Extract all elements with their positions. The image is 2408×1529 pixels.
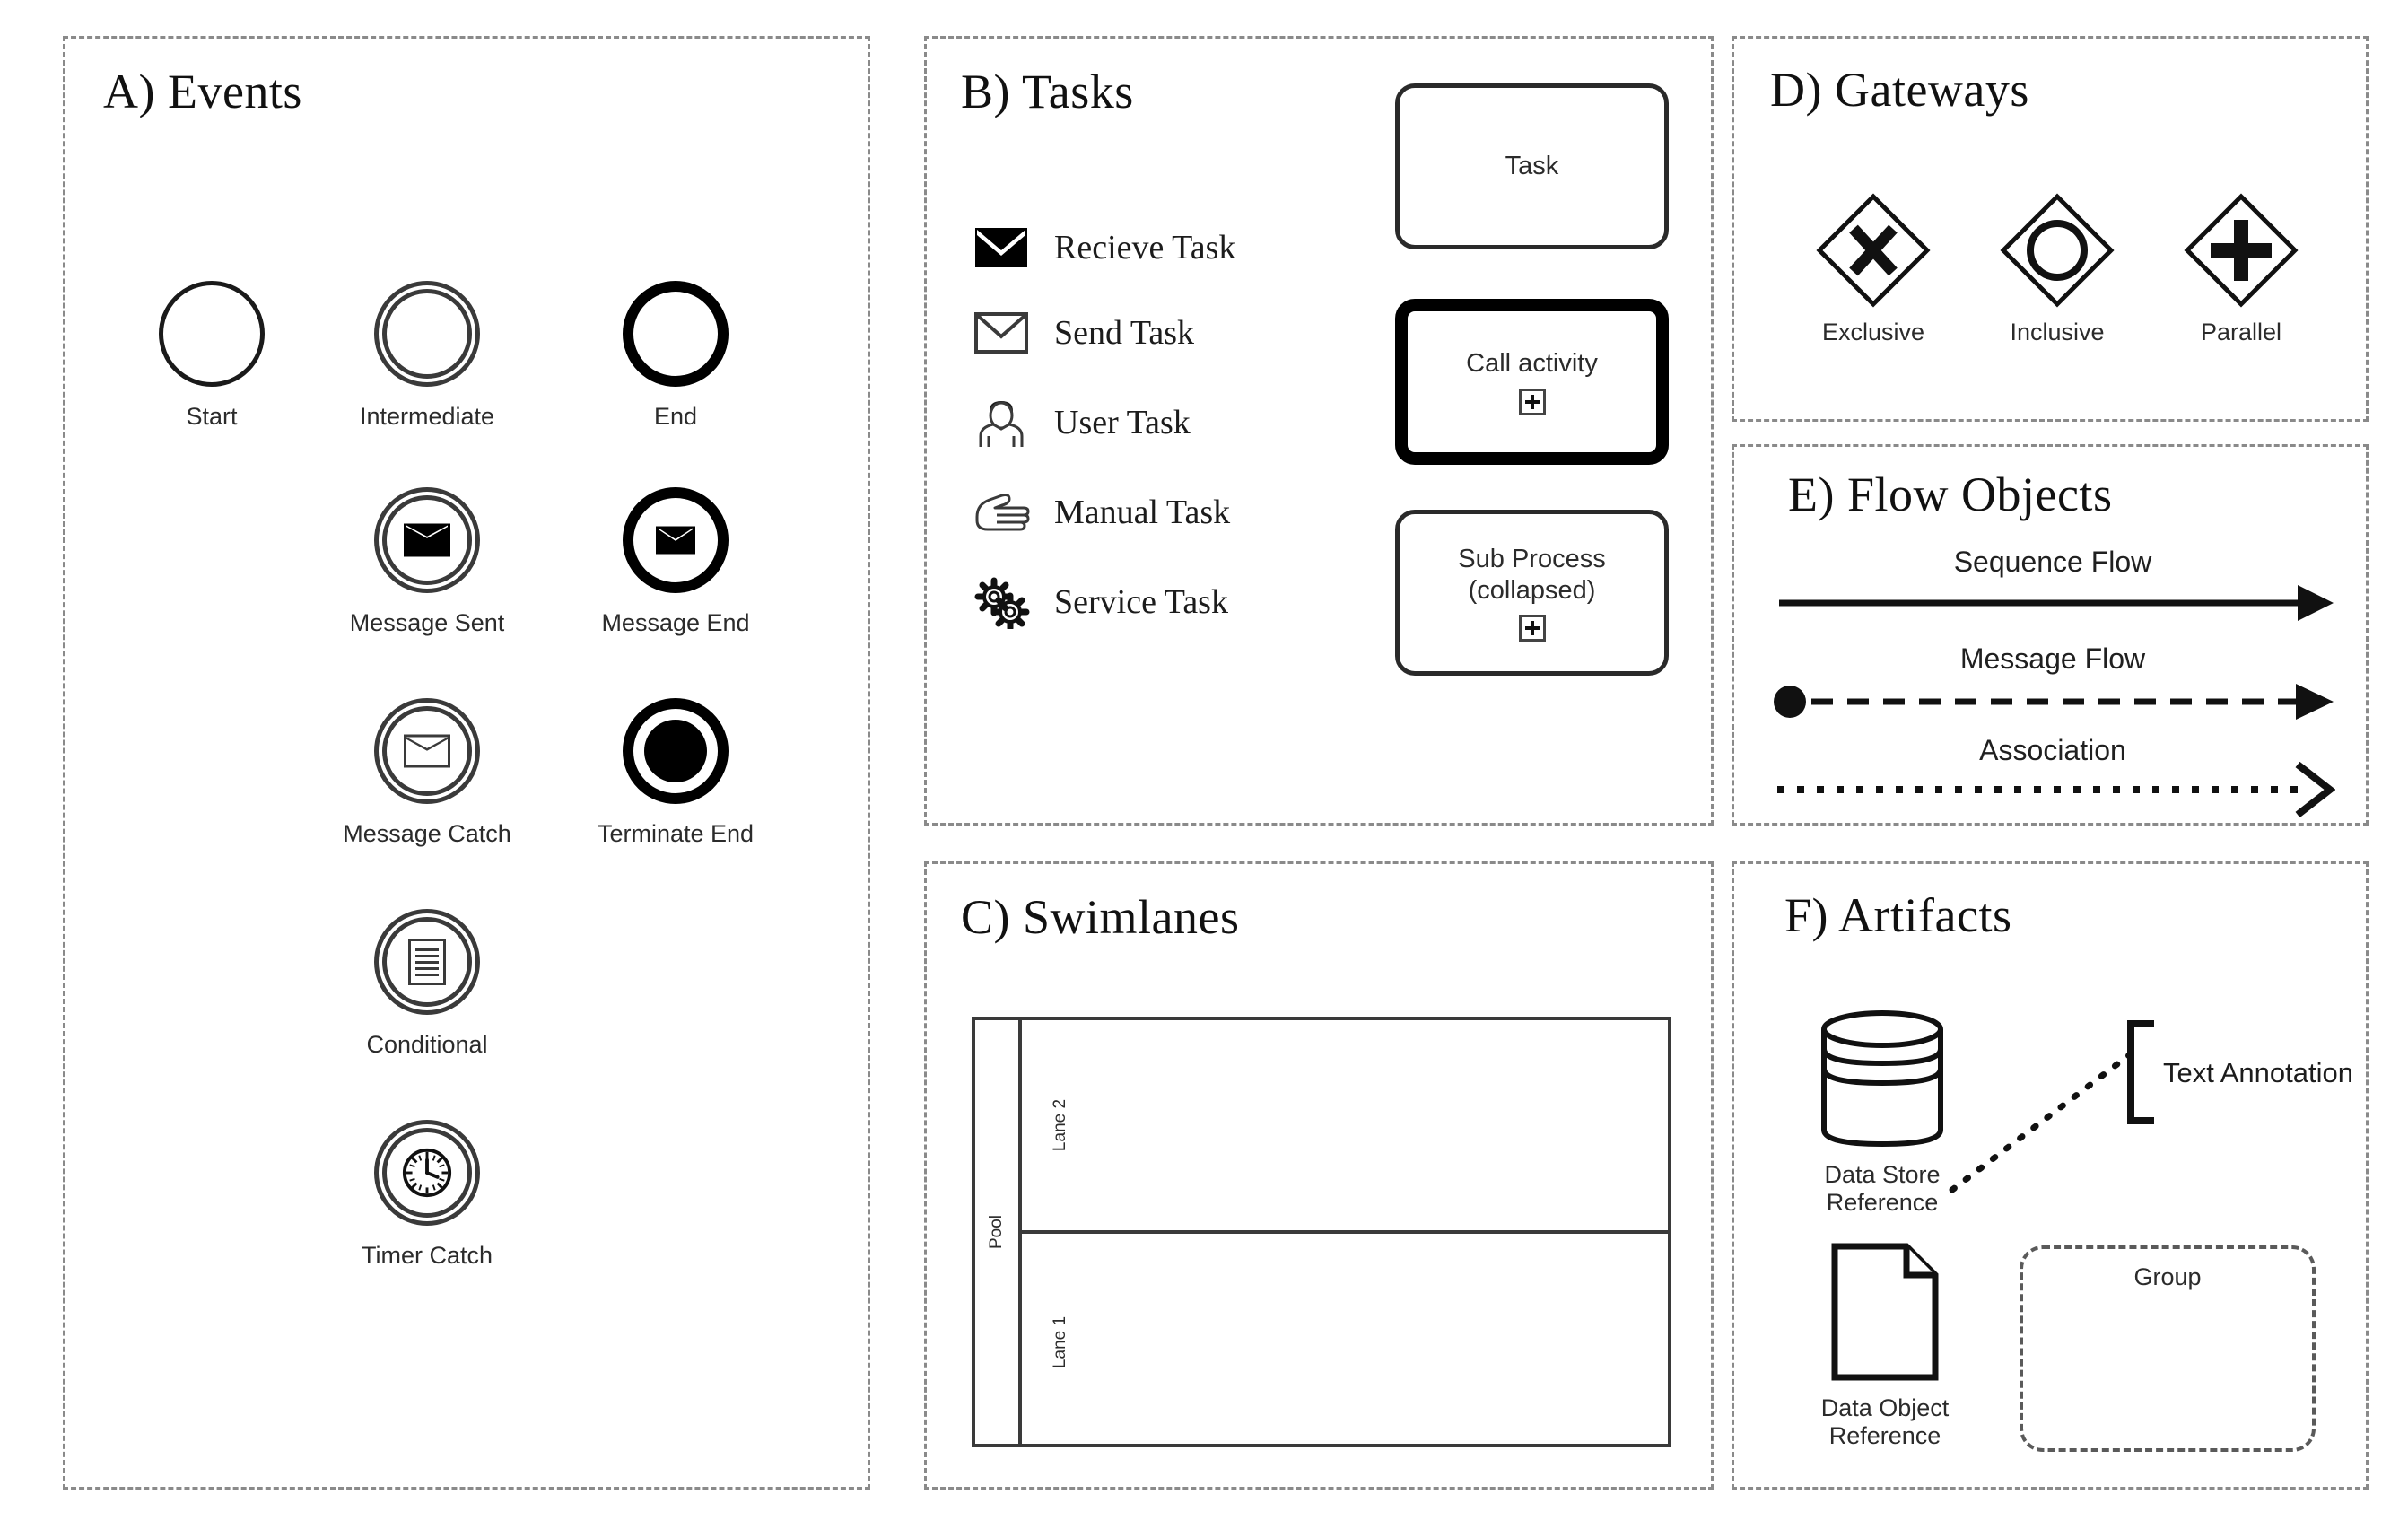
artifact-data-object-label-line2: Reference (1828, 1422, 1941, 1450)
envelope-filled-icon (972, 223, 1031, 273)
message-sent-event-icon (374, 487, 480, 593)
message-catch-event-icon (374, 698, 480, 804)
panel-tasks: B) Tasks Recieve Task Send Task User Tas… (924, 36, 1714, 826)
event-start: Start (118, 281, 306, 431)
panel-events: A) Events Start Intermediate End Message… (63, 36, 870, 1490)
event-message-catch: Message Catch (306, 698, 548, 848)
event-start-label: Start (186, 403, 238, 430)
task-box-call-activity[interactable]: Call activity (1395, 299, 1669, 465)
start-event-circle-icon (159, 281, 265, 387)
task-type-manual: Manual Task (972, 487, 1230, 537)
plus-box-marker-icon (1518, 615, 1546, 642)
lane-1[interactable]: Lane 1 (1022, 1237, 1668, 1447)
end-event-thick-circle-icon (623, 281, 729, 387)
lane-2-label: Lane 2 (1051, 1098, 1070, 1152)
flow-message: Message Flow (1770, 642, 2335, 723)
event-end: End (568, 281, 783, 431)
lane-1-label: Lane 1 (1051, 1315, 1070, 1369)
user-icon (972, 398, 1031, 448)
task-type-send: Send Task (972, 308, 1194, 358)
panel-flow-objects-title: E) Flow Objects (1788, 467, 2113, 521)
panel-gateways-title: D) Gateways (1770, 63, 2029, 117)
message-end-event-icon (623, 487, 729, 593)
panel-gateways: D) Gateways Exclusive Inclusive Parallel (1732, 36, 2369, 422)
data-store-cylinder-icon (1821, 1010, 1943, 1148)
pool-label: Pool (987, 1214, 1006, 1250)
gateway-parallel: Parallel (2160, 191, 2322, 346)
plus-box-marker-icon (1518, 388, 1546, 415)
text-annotation-label: Text Annotation (2163, 1057, 2353, 1088)
artifact-group[interactable]: Group (2020, 1245, 2316, 1452)
event-timer-catch: Timer Catch (306, 1120, 548, 1270)
task-box-sub-process[interactable]: Sub Process (collapsed) (1395, 510, 1669, 676)
artifact-group-label: Group (2133, 1263, 2202, 1290)
panel-flow-objects: E) Flow Objects Sequence Flow Message Fl… (1732, 444, 2369, 826)
solid-arrow-icon (1779, 585, 2334, 621)
flow-sequence: Sequence Flow (1770, 546, 2335, 626)
task-box-sub-process-label-line2: (collapsed) (1468, 575, 1596, 605)
task-type-user: User Task (972, 398, 1191, 448)
task-box-task-label: Task (1505, 152, 1559, 181)
gateway-exclusive: Exclusive (1793, 191, 1954, 346)
task-type-user-label: User Task (1054, 404, 1191, 441)
flow-association: Association (1770, 734, 2335, 819)
event-terminate-end-label: Terminate End (597, 820, 755, 847)
task-type-manual-label: Manual Task (1054, 494, 1231, 531)
artifact-data-object-reference: Data Object Reference (1786, 1241, 1984, 1451)
event-intermediate-label: Intermediate (359, 403, 495, 430)
task-type-send-label: Send Task (1054, 314, 1195, 352)
event-message-sent-label: Message Sent (349, 609, 505, 636)
lane-2[interactable]: Lane 2 (1022, 1020, 1668, 1234)
task-type-recieve-label: Recieve Task (1054, 229, 1236, 266)
intermediate-event-double-circle-icon (374, 281, 480, 387)
task-box-call-activity-label: Call activity (1466, 349, 1598, 379)
task-box-task[interactable]: Task (1395, 83, 1669, 249)
event-conditional-label: Conditional (366, 1031, 488, 1058)
gateway-parallel-label: Parallel (2200, 319, 2282, 345)
event-terminate-end: Terminate End (568, 698, 783, 848)
event-message-catch-label: Message Catch (343, 820, 511, 847)
gateway-exclusive-x-icon (1814, 191, 1933, 310)
task-box-sub-process-label-line1: Sub Process (1458, 544, 1606, 573)
event-message-end: Message End (568, 487, 783, 637)
panel-swimlanes-title: C) Swimlanes (961, 890, 1240, 944)
clock-face-icon (402, 1148, 452, 1198)
panel-tasks-title: B) Tasks (961, 65, 1134, 118)
bpmn-legend-board: A) Events Start Intermediate End Message… (0, 0, 2408, 1529)
artifact-data-object-label-line1: Data Object (1820, 1394, 1950, 1421)
event-message-sent: Message Sent (306, 487, 548, 637)
panel-artifacts-title: F) Artifacts (1784, 888, 2012, 942)
gateway-inclusive-circle-icon (1998, 191, 2116, 310)
gateway-inclusive: Inclusive (1976, 191, 2138, 346)
event-conditional: Conditional (306, 909, 548, 1059)
panel-artifacts: F) Artifacts Data Store Reference Text A… (1732, 861, 2369, 1490)
gateway-parallel-plus-icon (2182, 191, 2300, 310)
pool[interactable]: Pool Lane 2 Lane 1 (972, 1017, 1671, 1447)
terminate-end-event-icon (623, 698, 729, 804)
pool-header: Pool (975, 1020, 1022, 1444)
gateway-inclusive-label: Inclusive (2010, 319, 2105, 345)
data-object-page-icon (1831, 1243, 1939, 1381)
task-type-service-label: Service Task (1054, 583, 1228, 621)
conditional-event-icon (374, 909, 480, 1015)
event-intermediate: Intermediate (306, 281, 548, 431)
panel-events-title: A) Events (103, 65, 302, 118)
task-type-recieve: Recieve Task (972, 223, 1235, 273)
task-type-service: Service Task (972, 577, 1228, 629)
panel-swimlanes: C) Swimlanes Pool Lane 2 Lane 1 (924, 861, 1714, 1490)
gateway-exclusive-label: Exclusive (1821, 319, 1925, 345)
event-message-end-label: Message End (601, 609, 750, 636)
event-end-label: End (653, 403, 698, 430)
event-timer-catch-label: Timer Catch (361, 1242, 493, 1269)
dotted-open-arrow-icon (1777, 761, 2335, 818)
text-annotation-bracket-icon (2127, 1020, 2154, 1124)
dashed-arrow-with-start-circle-icon (1774, 684, 2334, 720)
envelope-outline-icon (972, 308, 1031, 358)
gears-icon (972, 577, 1031, 629)
timer-catch-event-icon (374, 1120, 480, 1226)
hand-icon (972, 487, 1031, 537)
annotation-association-line (1949, 1052, 2133, 1193)
